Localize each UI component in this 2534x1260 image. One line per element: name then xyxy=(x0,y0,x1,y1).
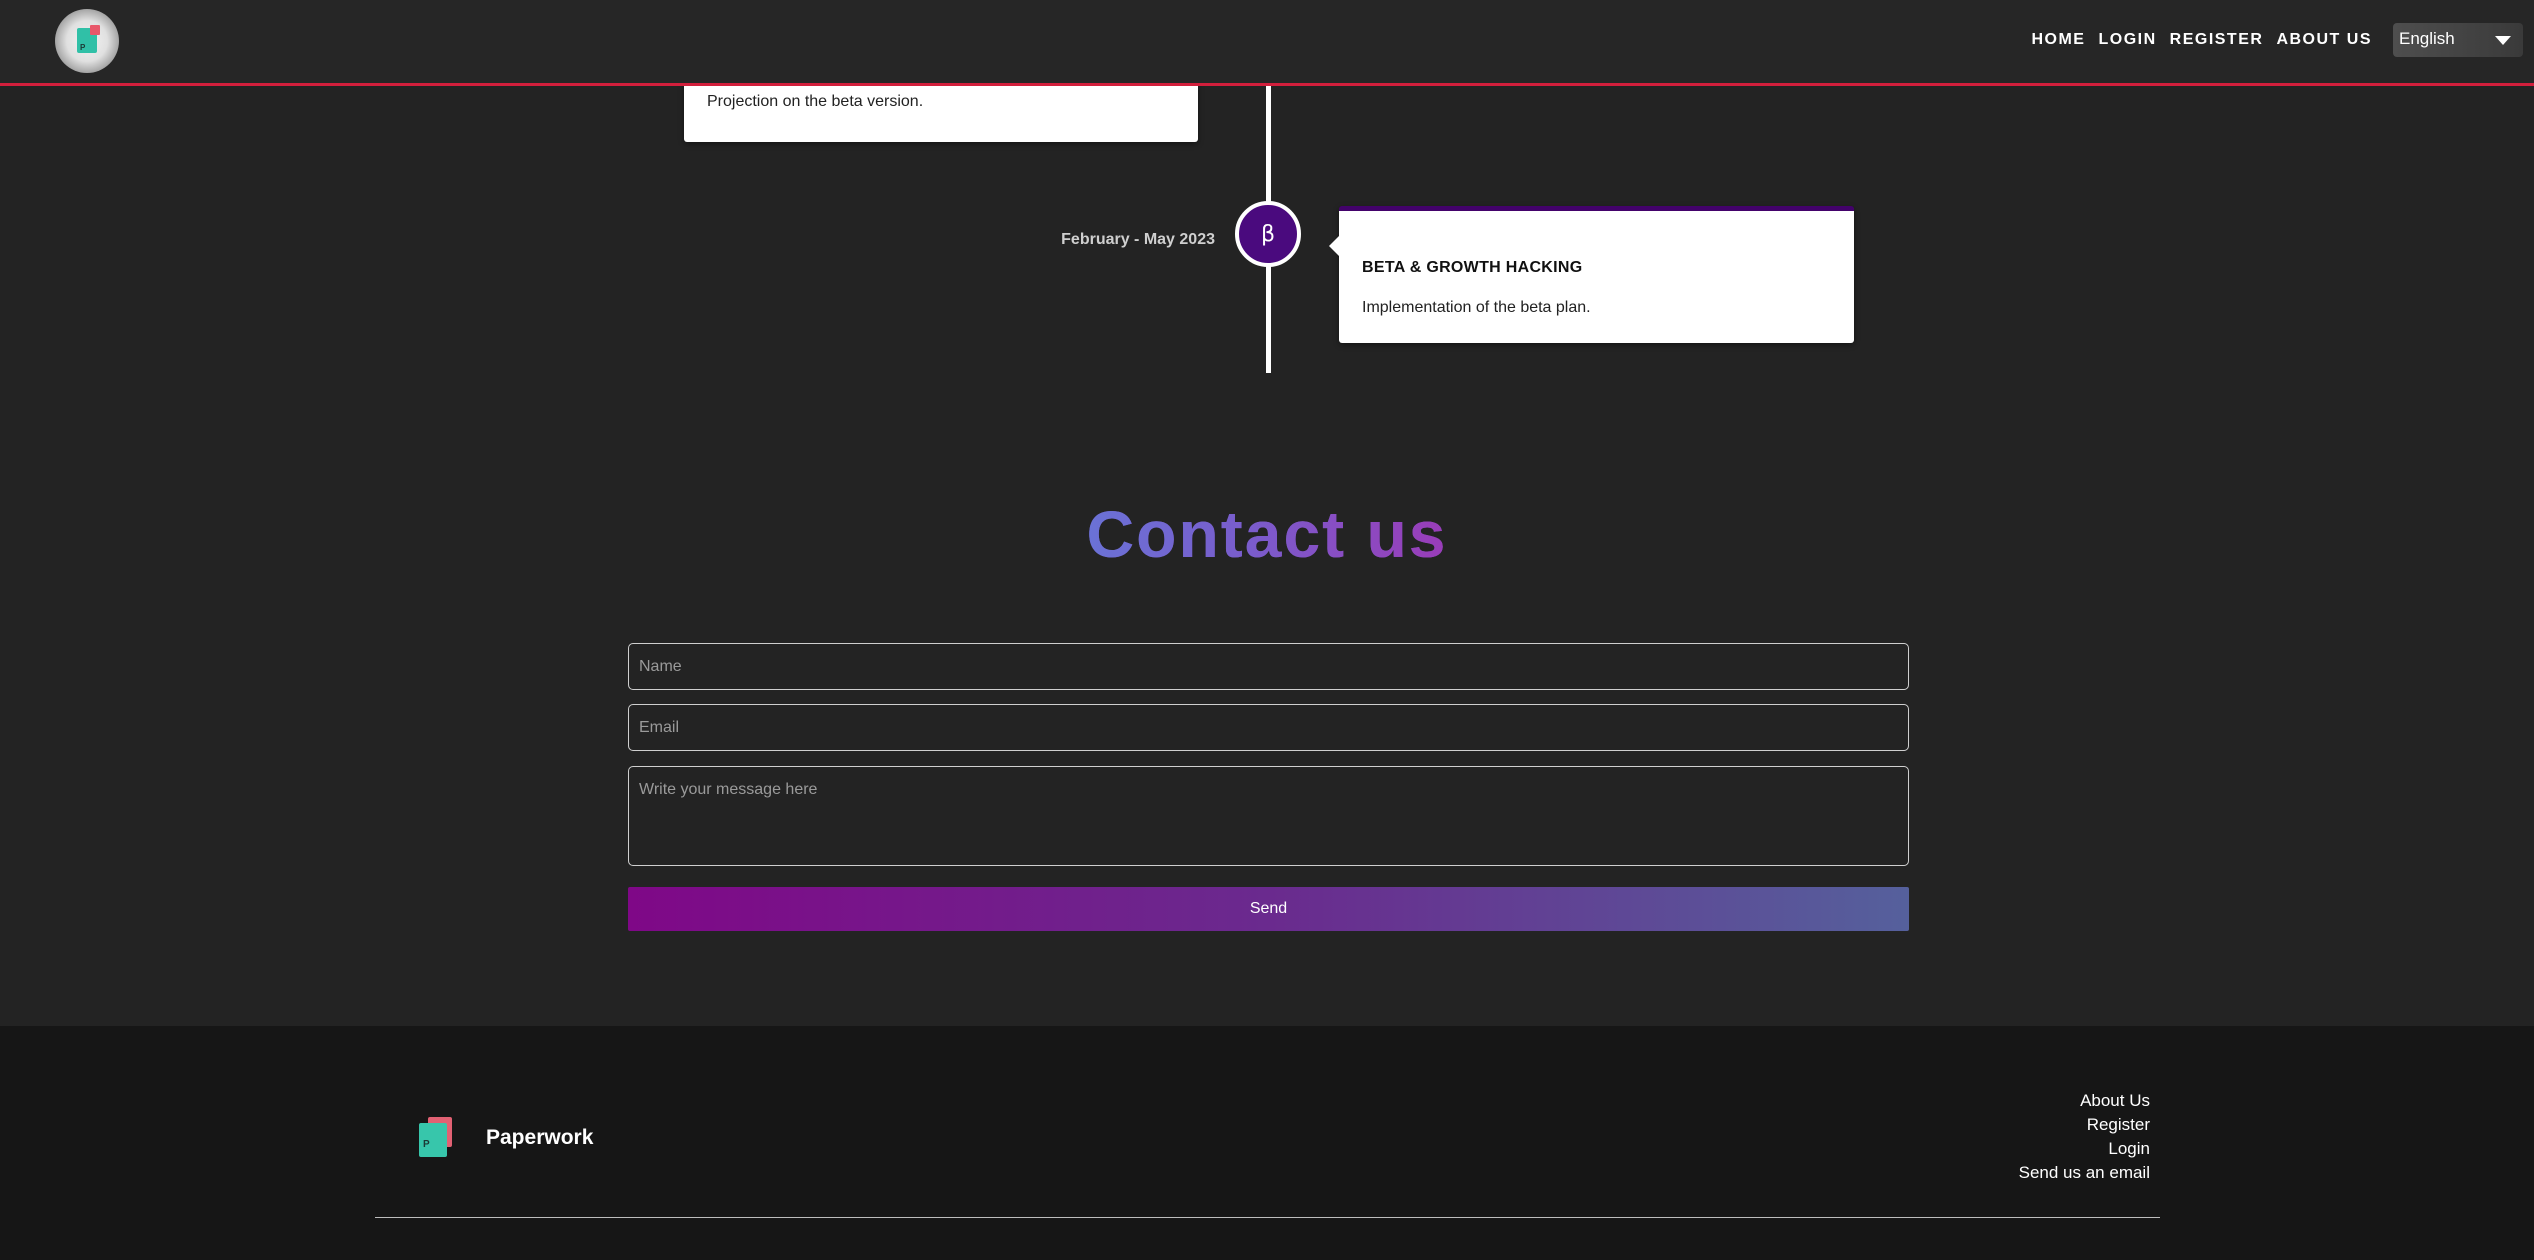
contact-title-text: Contact us xyxy=(1086,497,1448,571)
footer-links: About Us Register Login Send us an email xyxy=(2019,1091,2150,1182)
timeline-card-previous: Projection on the beta version. xyxy=(684,78,1198,142)
page: HOME LOGIN REGISTER ABOUT US English Pro… xyxy=(0,0,2534,1260)
message-textarea[interactable] xyxy=(628,766,1909,866)
footer-divider xyxy=(375,1217,2160,1218)
nav-about-link[interactable]: ABOUT US xyxy=(2276,31,2372,49)
top-navbar: HOME LOGIN REGISTER ABOUT US English xyxy=(0,0,2534,86)
caret-down-icon xyxy=(2495,36,2511,45)
language-select-value: English xyxy=(2399,29,2455,48)
footer-register-link[interactable]: Register xyxy=(2087,1115,2150,1134)
name-input[interactable] xyxy=(628,643,1909,690)
language-select[interactable]: English xyxy=(2393,23,2523,57)
timeline-card-title: BETA & GROWTH HACKING xyxy=(1362,259,1583,276)
footer: P Paperwork About Us Register Login Send… xyxy=(0,1026,2534,1260)
footer-login-link[interactable]: Login xyxy=(2108,1139,2150,1158)
paperwork-logo-icon: P xyxy=(419,1117,453,1157)
nav-links: HOME LOGIN REGISTER ABOUT US xyxy=(2031,31,2372,49)
nav-login-link[interactable]: LOGIN xyxy=(2098,31,2156,49)
footer-email-link[interactable]: Send us an email xyxy=(2019,1163,2150,1182)
send-button[interactable]: Send xyxy=(628,887,1909,931)
nav-register-link[interactable]: REGISTER xyxy=(2170,31,2264,49)
document-icon xyxy=(77,25,100,53)
footer-about-link[interactable]: About Us xyxy=(2080,1091,2150,1110)
timeline-card-description: Implementation of the beta plan. xyxy=(1362,299,1591,316)
timeline-card-description: Projection on the beta version. xyxy=(707,93,924,110)
app-logo[interactable] xyxy=(55,9,119,73)
nav-home-link[interactable]: HOME xyxy=(2031,31,2085,49)
beta-milestone-icon: β xyxy=(1235,201,1301,267)
timeline-date: February - May 2023 xyxy=(1061,231,1215,248)
timeline-card-beta: BETA & GROWTH HACKING Implementation of … xyxy=(1329,206,1854,343)
contact-title: Contact us xyxy=(0,496,2534,572)
footer-brand: Paperwork xyxy=(486,1126,594,1149)
email-input[interactable] xyxy=(628,704,1909,751)
